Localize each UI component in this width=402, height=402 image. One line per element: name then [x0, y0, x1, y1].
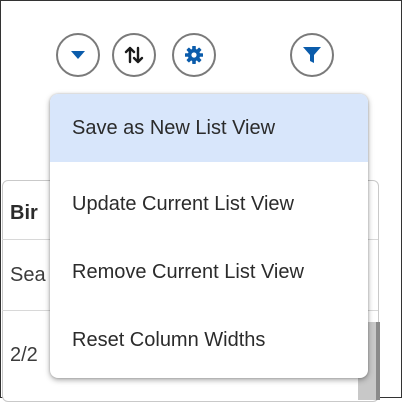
settings-button[interactable]: [172, 33, 216, 77]
scrollbar-track[interactable]: [376, 322, 380, 400]
column-header-birthdate[interactable]: Bir: [10, 202, 50, 225]
menu-item-save-as-new[interactable]: Save as New List View: [50, 94, 368, 162]
filter-button[interactable]: [290, 33, 334, 77]
menu-item-label: Save as New List View: [72, 116, 276, 139]
list-view-menu: Save as New List View Update Current Lis…: [50, 94, 368, 378]
menu-item-reset-widths[interactable]: Reset Column Widths: [50, 306, 368, 374]
table-cell: 2/2: [10, 344, 38, 366]
view-menu-button[interactable]: [56, 33, 100, 77]
menu-item-remove-current[interactable]: Remove Current List View: [50, 238, 368, 306]
sort-arrows-icon: [123, 45, 145, 65]
menu-item-update-current[interactable]: Update Current List View: [50, 170, 368, 238]
column-search-input[interactable]: Sea: [10, 264, 50, 287]
menu-item-label: Remove Current List View: [72, 260, 304, 283]
sort-button[interactable]: [112, 33, 156, 77]
toolbar: [0, 33, 402, 83]
menu-item-label: Reset Column Widths: [72, 328, 266, 351]
chevron-down-icon: [69, 48, 87, 62]
gear-icon: [183, 44, 205, 66]
menu-item-label: Update Current List View: [72, 192, 294, 215]
filter-icon: [301, 44, 323, 66]
